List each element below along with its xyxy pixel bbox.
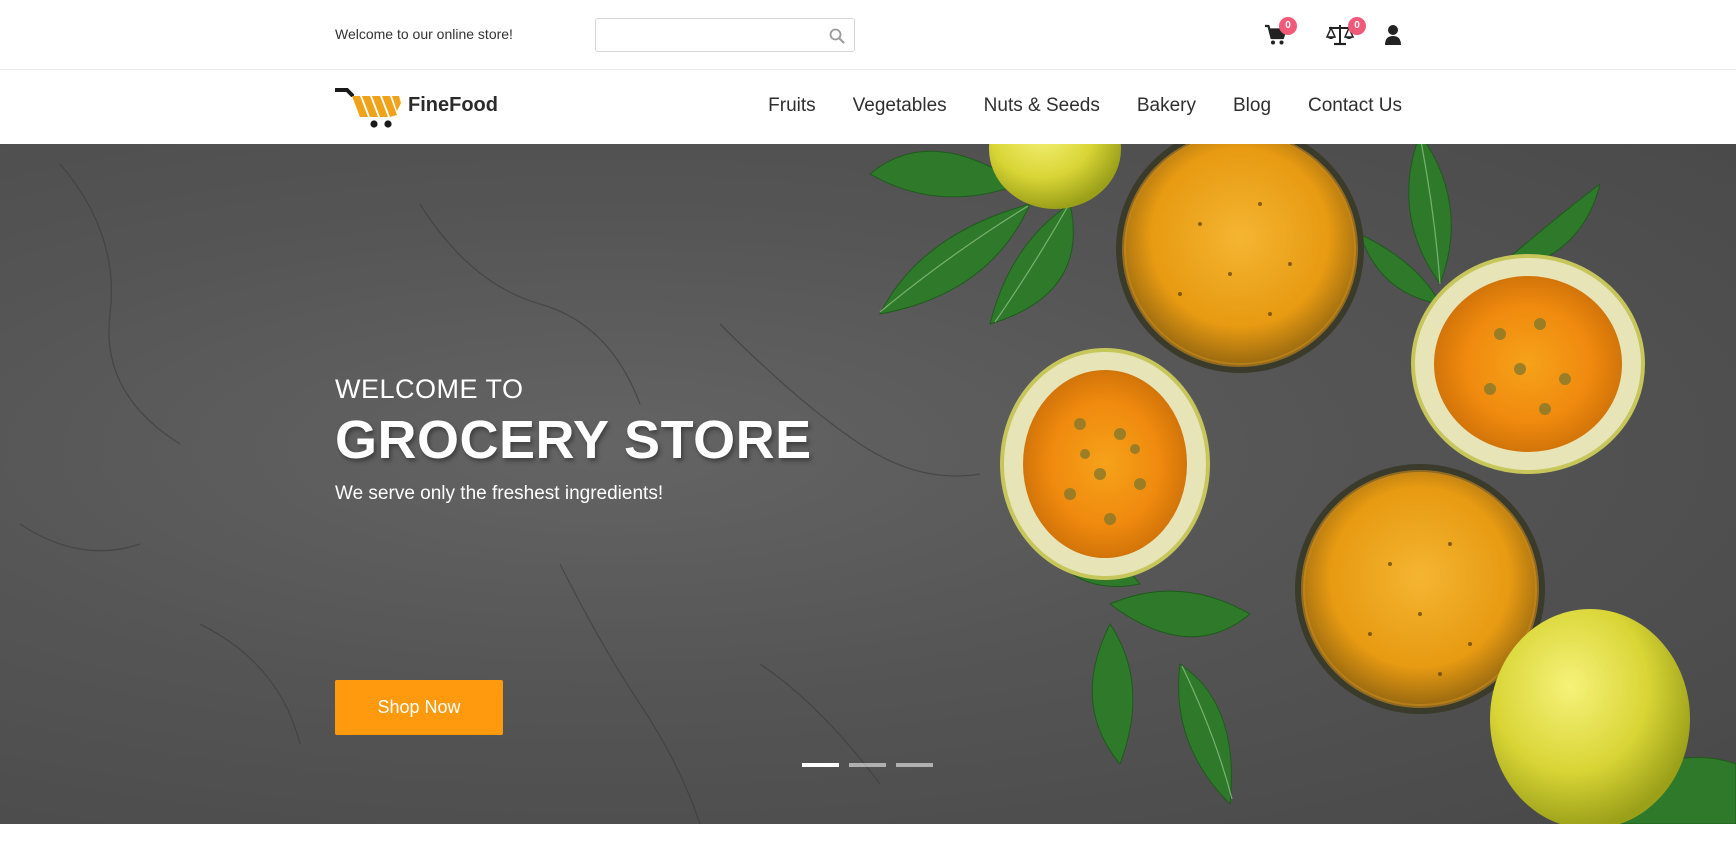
nav-fruits[interactable]: Fruits	[768, 95, 816, 117]
slide-dot-3[interactable]	[896, 763, 933, 767]
hero-headline: GROCERY STORE	[335, 410, 812, 470]
nav-vegetables[interactable]: Vegetables	[853, 95, 947, 117]
hero-copy: WELCOME TO GROCERY STORE We serve only t…	[335, 374, 812, 735]
cart-button[interactable]: 0	[1258, 14, 1297, 54]
search-box	[595, 18, 855, 52]
welcome-message: Welcome to our online store!	[335, 26, 513, 42]
shop-now-button[interactable]: Shop Now	[335, 680, 503, 735]
hero-slider: WELCOME TO GROCERY STORE We serve only t…	[0, 144, 1736, 824]
hero-kicker: WELCOME TO	[335, 374, 524, 404]
brand-name: FineFood	[408, 94, 498, 116]
main-nav: Fruits Vegetables Nuts & Seeds Bakery Bl…	[731, 95, 1402, 117]
nav-nuts-seeds[interactable]: Nuts & Seeds	[984, 95, 1100, 117]
slider-pagination	[802, 763, 933, 767]
slide-dot-2[interactable]	[849, 763, 886, 767]
compare-button[interactable]: 0	[1320, 14, 1366, 54]
search-input[interactable]	[596, 19, 816, 51]
account-button[interactable]	[1378, 14, 1414, 54]
search-button[interactable]	[826, 25, 848, 47]
top-bar: Welcome to our online store! 0 0	[0, 0, 1736, 70]
search-icon	[829, 28, 845, 44]
main-header: FineFood Fruits Vegetables Nuts & Seeds …	[0, 71, 1736, 144]
nav-contact-us[interactable]: Contact Us	[1308, 95, 1402, 117]
slide-dot-1[interactable]	[802, 763, 839, 767]
nav-bakery[interactable]: Bakery	[1137, 95, 1196, 117]
nav-blog[interactable]: Blog	[1233, 95, 1271, 117]
shopping-cart-logo-icon	[335, 88, 401, 128]
passion-fruit-photo	[869, 144, 1736, 824]
user-icon	[1385, 25, 1401, 45]
cart-count-badge: 0	[1279, 17, 1297, 35]
hero-subline: We serve only the freshest ingredients!	[335, 483, 664, 504]
compare-count-badge: 0	[1348, 17, 1366, 35]
